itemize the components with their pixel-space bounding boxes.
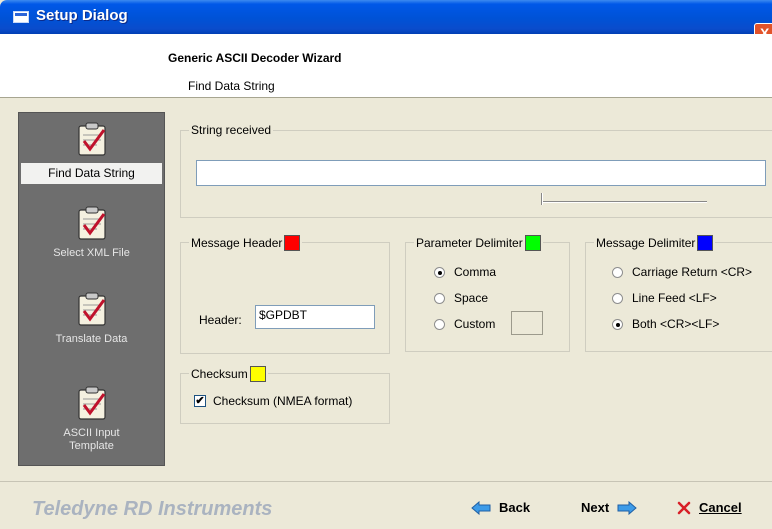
title-bar[interactable]: Setup Dialog X — [0, 0, 772, 45]
sidebar-item-label: Translate Data — [55, 333, 128, 345]
parameter-delimiter-label: Parameter Delimiter — [416, 236, 523, 250]
radio-carriage-return-row[interactable]: Carriage Return <CR> — [612, 265, 752, 279]
sidebar-item-label: Find Data String — [21, 163, 162, 184]
sidebar-item-translate-data[interactable]: Translate Data — [19, 291, 164, 345]
radio-custom-label: Custom — [454, 317, 496, 331]
clipboard-check-icon — [77, 122, 106, 156]
radio-carriage-return-label: Carriage Return <CR> — [632, 265, 753, 279]
string-slider-thumb[interactable] — [541, 193, 543, 205]
sidebar-item-label: Select XML File — [53, 247, 130, 259]
message-header-legend: Message Header — [189, 235, 303, 251]
cancel-x-icon — [677, 501, 691, 514]
radio-space[interactable] — [434, 292, 445, 304]
cancel-button[interactable]: Cancel — [677, 500, 742, 515]
sidebar-item-label-line1: ASCII Input — [63, 427, 120, 439]
window-app-icon — [13, 11, 29, 23]
message-delimiter-group: Message Delimiter Carriage Return <CR> L… — [585, 235, 772, 352]
radio-both-label: Both <CR><LF> — [632, 317, 720, 331]
sidebar-item-label-line2: Template — [69, 440, 114, 452]
back-button-label: Back — [499, 500, 531, 515]
radio-space-label: Space — [454, 291, 489, 305]
next-button-label: Next — [581, 500, 610, 515]
sidebar-item-find-data-string[interactable]: Find Data String — [19, 121, 164, 184]
radio-line-feed[interactable] — [612, 292, 623, 304]
message-delimiter-color-swatch — [697, 235, 714, 251]
wizard-header: Generic ASCII Decoder Wizard Find Data S… — [0, 34, 772, 98]
checksum-checkbox-label: Checksum (NMEA format) — [213, 394, 353, 408]
footer-divider — [0, 481, 772, 482]
checksum-checkbox[interactable]: ✔ — [194, 395, 206, 407]
setup-dialog-window: Setup Dialog X Generic ASCII Decoder Wiz… — [0, 0, 772, 529]
parameter-delimiter-legend: Parameter Delimiter — [414, 235, 543, 251]
checksum-color-swatch — [249, 366, 266, 382]
radio-line-feed-label: Line Feed <LF> — [632, 291, 717, 305]
string-received-group: String received — [180, 123, 772, 218]
wizard-steps-sidebar: Find Data String Select XML File Transla… — [18, 112, 165, 466]
string-received-label: String received — [191, 123, 272, 137]
sidebar-item-select-xml-file[interactable]: Select XML File — [19, 205, 164, 259]
message-header-color-swatch — [284, 235, 301, 251]
back-button[interactable]: Back — [471, 500, 530, 515]
header-input[interactable]: $GPDBT — [255, 305, 375, 329]
header-field-label: Header: — [199, 313, 242, 327]
arrow-right-icon — [617, 500, 637, 515]
parameter-delimiter-group: Parameter Delimiter Comma Space Custom — [405, 235, 570, 352]
message-delimiter-label: Message Delimiter — [596, 236, 696, 250]
brand-text: Teledyne RD Instruments — [32, 498, 273, 520]
next-button[interactable]: Next — [581, 500, 637, 515]
radio-both[interactable] — [612, 318, 623, 330]
clipboard-check-icon — [77, 292, 106, 326]
string-received-legend: String received — [189, 123, 274, 137]
sidebar-item-label: ASCII Input Template — [19, 427, 164, 453]
checksum-checkbox-row[interactable]: ✔ Checksum (NMEA format) — [194, 394, 352, 408]
message-delimiter-legend: Message Delimiter — [594, 235, 716, 251]
radio-comma[interactable] — [434, 266, 445, 278]
arrow-left-icon — [471, 500, 491, 515]
radio-space-row[interactable]: Space — [434, 291, 488, 305]
string-slider-track[interactable] — [541, 201, 707, 203]
checksum-legend-label: Checksum — [191, 367, 248, 381]
checksum-group: Checksum ✔ Checksum (NMEA format) — [180, 366, 390, 424]
wizard-step-title: Find Data String — [188, 79, 275, 93]
radio-both-row[interactable]: Both <CR><LF> — [612, 317, 719, 331]
cancel-button-label: Cancel — [699, 500, 742, 515]
radio-carriage-return[interactable] — [612, 266, 623, 278]
message-header-group: Message Header Header: $GPDBT — [180, 235, 390, 354]
custom-delimiter-input[interactable] — [511, 311, 543, 335]
radio-custom[interactable] — [434, 318, 445, 330]
clipboard-check-icon — [77, 386, 106, 420]
window-title: Setup Dialog — [36, 7, 128, 24]
message-header-label: Message Header — [191, 236, 283, 250]
checksum-legend: Checksum — [189, 366, 268, 382]
radio-comma-row[interactable]: Comma — [434, 265, 496, 279]
radio-line-feed-row[interactable]: Line Feed <LF> — [612, 291, 717, 305]
sidebar-item-ascii-input-template[interactable]: ASCII Input Template — [19, 385, 164, 453]
clipboard-check-icon — [77, 206, 106, 240]
parameter-delimiter-color-swatch — [524, 235, 541, 251]
wizard-title: Generic ASCII Decoder Wizard — [168, 51, 342, 65]
string-received-field[interactable] — [196, 160, 766, 186]
radio-custom-row[interactable]: Custom — [434, 317, 495, 331]
radio-comma-label: Comma — [454, 265, 497, 279]
